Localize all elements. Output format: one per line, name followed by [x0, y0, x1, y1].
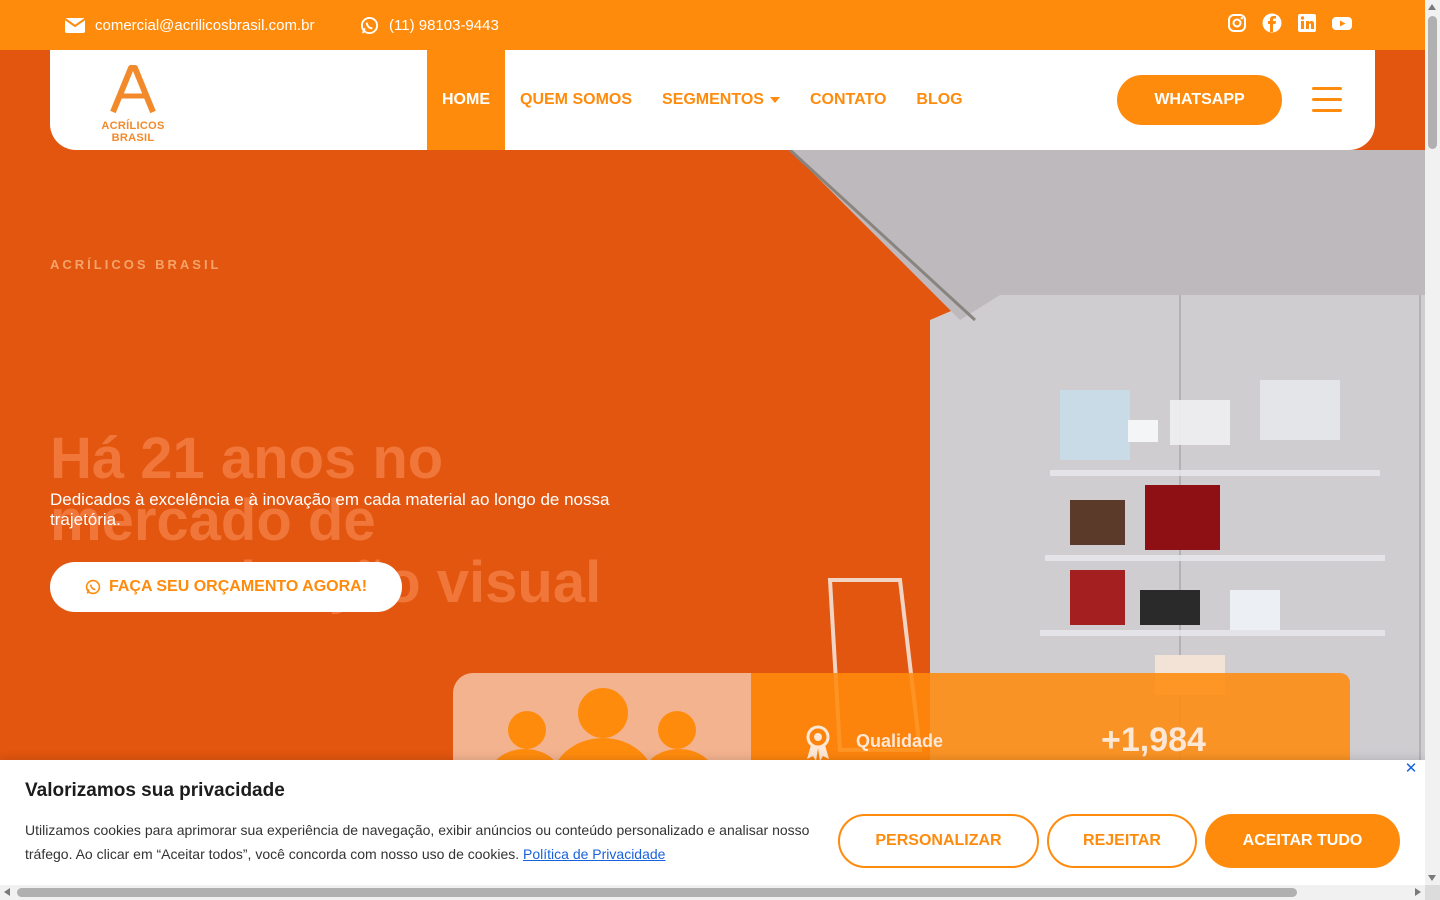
logo-text: ACRÍLICOS BRASIL: [101, 120, 165, 144]
cookie-banner: ✕ Valorizamos sua privacidade Utilizamos…: [0, 760, 1425, 900]
horizontal-scroll-thumb[interactable]: [17, 888, 1297, 897]
instagram-icon[interactable]: [1227, 13, 1247, 33]
customize-cookies-button[interactable]: PERSONALIZAR: [838, 814, 1039, 868]
cookie-text: Utilizamos cookies para aprimorar sua ex…: [25, 818, 815, 866]
nav-label: BLOG: [916, 91, 963, 108]
nav-item-blog[interactable]: BLOG: [901, 50, 977, 150]
nav-label: SEGMENTOS: [662, 91, 764, 108]
whatsapp-icon: [85, 579, 101, 595]
quality-label: Qualidade: [856, 731, 944, 751]
cookie-title: Valorizamos sua privacidade: [25, 780, 285, 801]
linkedin-icon[interactable]: [1297, 13, 1317, 33]
site-header: ACRÍLICOS BRASIL HOME QUEM SOMOS SEGMENT…: [50, 50, 1375, 150]
reject-cookies-button[interactable]: REJEITAR: [1047, 814, 1197, 868]
nav-label: HOME: [442, 91, 490, 108]
quote-cta-button[interactable]: FAÇA SEU ORÇAMENTO AGORA!: [50, 562, 402, 612]
scroll-up-arrow-icon[interactable]: [1428, 4, 1436, 10]
close-icon[interactable]: ✕: [1404, 761, 1418, 776]
hero-eyebrow: ACRÍLICOS BRASIL: [50, 257, 222, 272]
vertical-scroll-thumb[interactable]: [1428, 16, 1437, 149]
facebook-icon[interactable]: [1262, 13, 1282, 33]
nav-item-contato[interactable]: CONTATO: [795, 50, 901, 150]
site-logo[interactable]: ACRÍLICOS BRASIL: [79, 64, 187, 144]
hero-subtitle: Dedicados à excelência e à inovação em c…: [50, 490, 610, 529]
scroll-down-arrow-icon[interactable]: [1428, 875, 1436, 881]
medal-icon: [806, 725, 830, 761]
privacy-policy-link[interactable]: Política de Privacidade: [523, 846, 665, 862]
email-text[interactable]: comercial@acrilicosbrasil.com.br: [95, 17, 314, 34]
quote-cta-label: FAÇA SEU ORÇAMENTO AGORA!: [108, 578, 368, 595]
vertical-scrollbar[interactable]: [1425, 0, 1440, 885]
project-count: +1,984: [1101, 721, 1206, 759]
nav-item-home[interactable]: HOME: [427, 50, 505, 150]
nav-label: CONTATO: [809, 91, 887, 108]
social-links: [1227, 13, 1352, 33]
top-bar: comercial@acrilicosbrasil.com.br (11) 98…: [0, 0, 1425, 50]
cookie-description: Utilizamos cookies para aprimorar sua ex…: [25, 822, 810, 862]
menu-hamburger-icon[interactable]: [1312, 87, 1342, 113]
caret-down-icon: [769, 97, 780, 103]
nav-item-quem-somos[interactable]: QUEM SOMOS: [505, 50, 647, 150]
logo-a-icon: [110, 65, 156, 114]
nav-item-segmentos[interactable]: SEGMENTOS: [647, 50, 795, 150]
phone-contact[interactable]: (11) 98103-9443: [360, 0, 499, 50]
scrollbar-corner: [1425, 885, 1440, 900]
scroll-left-arrow-icon[interactable]: [4, 888, 10, 896]
nav-label: QUEM SOMOS: [520, 91, 633, 108]
main-nav: HOME QUEM SOMOS SEGMENTOS CONTATO BLOG: [427, 50, 978, 150]
accept-all-cookies-button[interactable]: ACEITAR TUDO: [1205, 814, 1400, 868]
whatsapp-icon: [360, 16, 379, 34]
scroll-right-arrow-icon[interactable]: [1415, 888, 1421, 896]
phone-text[interactable]: (11) 98103-9443: [389, 17, 499, 34]
horizontal-scrollbar[interactable]: [0, 885, 1425, 900]
youtube-icon[interactable]: [1332, 13, 1352, 33]
email-contact[interactable]: comercial@acrilicosbrasil.com.br: [65, 0, 314, 50]
whatsapp-button[interactable]: WHATSAPP: [1117, 75, 1282, 125]
envelope-icon: [65, 17, 85, 33]
